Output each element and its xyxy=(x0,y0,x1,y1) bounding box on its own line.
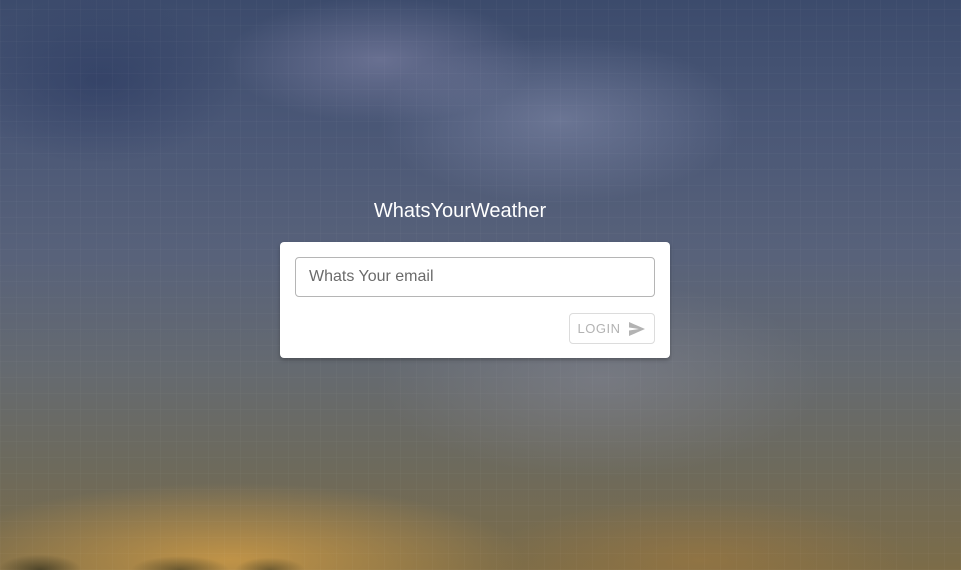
background-treeline xyxy=(0,540,961,570)
app-title: WhatsYourWeather xyxy=(373,200,547,222)
login-card: LOGIN xyxy=(280,242,670,358)
login-button-label: LOGIN xyxy=(577,321,621,336)
email-input[interactable] xyxy=(295,257,655,297)
login-button[interactable]: LOGIN xyxy=(569,313,655,344)
send-icon xyxy=(628,321,646,337)
